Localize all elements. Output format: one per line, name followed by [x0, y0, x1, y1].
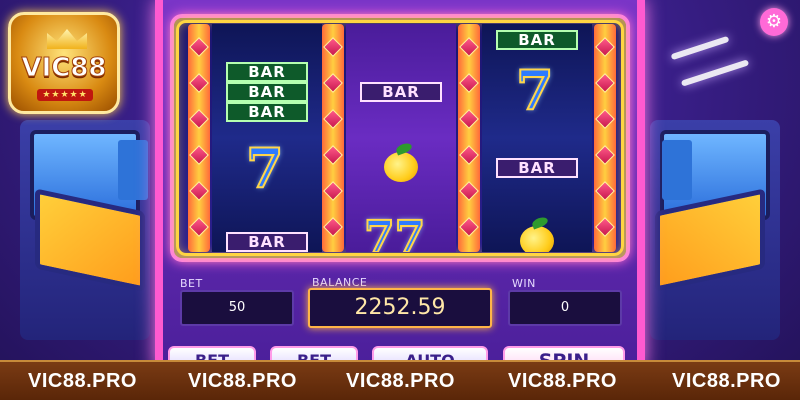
gem-icon: [459, 73, 479, 93]
watermark-text: VIC88.PRO: [28, 370, 137, 392]
gem-icon: [323, 181, 343, 201]
gem-icon: [459, 145, 479, 165]
watermark-bar: VIC88.PRO VIC88.PRO VIC88.PRO VIC88.PRO …: [0, 360, 800, 400]
seven-symbol: 7: [515, 57, 555, 123]
reel-divider: [458, 24, 480, 252]
win-value: 0: [508, 290, 622, 326]
gem-icon: [595, 145, 615, 165]
gem-icon: [189, 109, 209, 129]
logo-stars: ★★★★★: [37, 89, 93, 101]
gear-icon[interactable]: ⚙: [760, 8, 788, 36]
reel-2: BAR 77: [346, 24, 456, 252]
gem-icon: [595, 109, 615, 129]
watermark-text: VIC88.PRO: [188, 370, 297, 392]
bar-symbol: BAR: [496, 30, 578, 50]
gem-icon: [189, 181, 209, 201]
bet-value: 50: [180, 290, 294, 326]
reel-3: BAR 7 BAR: [482, 24, 592, 252]
watermark-text: VIC88.PRO: [672, 370, 781, 392]
background-cabinet-mid-right: [662, 140, 692, 200]
gem-icon: [595, 37, 615, 57]
bar-symbol: BAR: [226, 82, 308, 102]
gem-icon: [189, 73, 209, 93]
bar-symbol: BAR: [226, 102, 308, 122]
win-label: WIN: [512, 277, 536, 290]
seven-symbol: 7: [245, 135, 285, 201]
logo-text: VIC88: [21, 53, 107, 84]
bar-symbol: BAR: [226, 232, 308, 252]
watermark-text: VIC88.PRO: [508, 370, 617, 392]
reel-1: BAR BAR BAR 7 BAR: [212, 24, 322, 252]
gem-icon: [189, 37, 209, 57]
bar-symbol: BAR: [496, 158, 578, 178]
gem-icon: [595, 217, 615, 237]
gem-icon: [459, 217, 479, 237]
gem-icon: [189, 217, 209, 237]
gem-icon: [459, 37, 479, 57]
bar-symbol: BAR: [360, 82, 442, 102]
gem-icon: [459, 181, 479, 201]
balance-value: 2252.59: [308, 288, 492, 328]
bar-symbol: BAR: [226, 62, 308, 82]
gem-icon: [459, 109, 479, 129]
lemon-symbol: [384, 152, 418, 182]
gem-icon: [323, 73, 343, 93]
watermark-text: VIC88.PRO: [346, 370, 455, 392]
vic88-logo: VIC88 ★★★★★: [8, 12, 120, 114]
reel-divider: [322, 24, 344, 252]
reel-divider: [188, 24, 210, 252]
reel-divider: [594, 24, 616, 252]
background-cabinet-mid-left: [118, 140, 148, 200]
gem-icon: [595, 181, 615, 201]
ceiling-light: [670, 35, 730, 61]
gem-icon: [189, 145, 209, 165]
gem-icon: [323, 37, 343, 57]
gem-icon: [595, 73, 615, 93]
crown-icon: [47, 29, 87, 49]
lemon-symbol: [520, 226, 554, 252]
ceiling-light: [680, 59, 750, 87]
gem-icon: [323, 145, 343, 165]
gem-icon: [323, 217, 343, 237]
double-seven-symbol: 77: [363, 211, 426, 252]
gem-icon: [323, 109, 343, 129]
bet-label: BET: [180, 277, 203, 290]
slot-game-scene: BAR BAR BAR 7 BAR BAR 77 BAR 7 BAR BET B…: [0, 0, 800, 400]
